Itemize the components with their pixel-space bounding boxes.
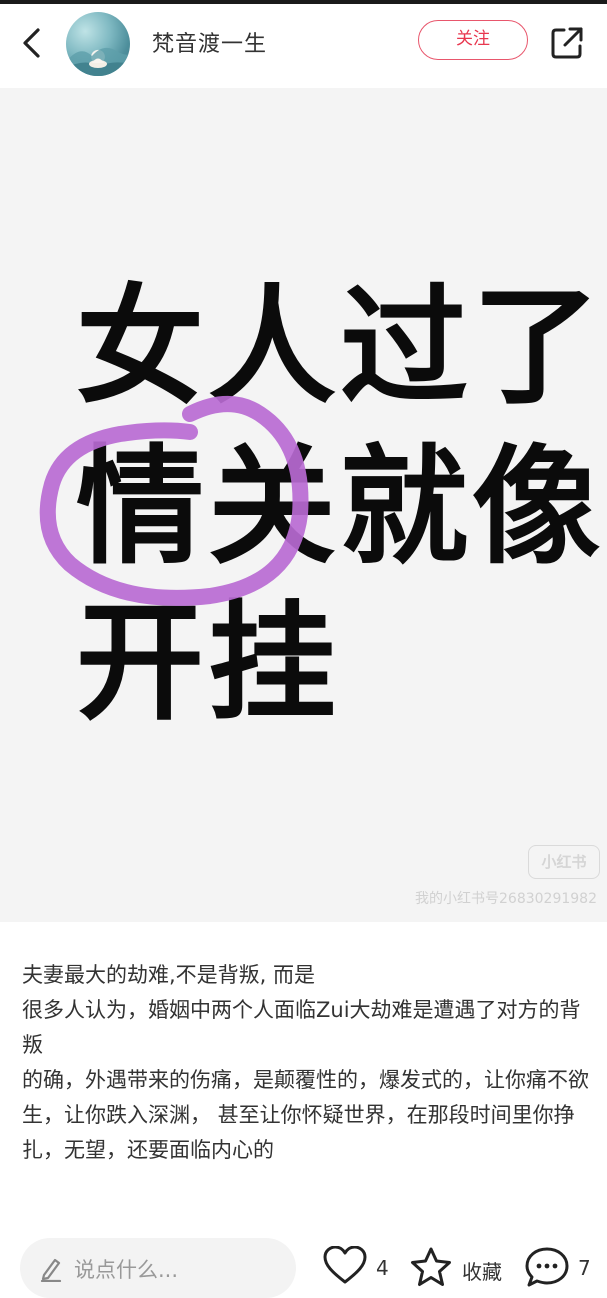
cover-line-3: 开挂 — [76, 589, 341, 738]
like-count: 4 — [376, 1256, 389, 1280]
collect-button[interactable]: 收藏 — [408, 1246, 508, 1286]
share-icon[interactable] — [548, 24, 586, 62]
cover-image[interactable]: 女人过了 情关就像 开挂 小红书 我的小红书号26830291982 — [0, 88, 607, 922]
heart-icon — [323, 1246, 367, 1284]
circle-highlight-mark — [39, 396, 309, 606]
star-icon — [411, 1247, 451, 1286]
header: 梵音渡一生 关注 — [0, 4, 607, 88]
collect-label: 收藏 — [462, 1260, 502, 1284]
watermark-id: 我的小红书号26830291982 — [415, 891, 597, 907]
comment-count: 7 — [578, 1256, 591, 1280]
comment-bubble-icon — [525, 1247, 569, 1287]
bottom-bar: 说点什么... 4 收藏 7 — [0, 1226, 607, 1298]
content-paragraph: 的确，外遇带来的伤痛，是颠覆性的，爆发式的，让你痛不欲生，让你跌入深渊， 甚至让… — [22, 1068, 589, 1162]
avatar[interactable] — [66, 12, 130, 76]
comment-button[interactable]: 7 — [524, 1246, 604, 1287]
follow-button[interactable]: 关注 — [418, 20, 528, 60]
comment-input[interactable]: 说点什么... — [20, 1238, 296, 1298]
watermark-logo: 小红书 — [528, 845, 600, 879]
author-name[interactable]: 梵音渡一生 — [152, 26, 267, 58]
post-content: 夫妻最大的劫难,不是背叛, 而是 很多人认为，婚姻中两个人面临Zui大劫难是遭遇… — [22, 958, 592, 1168]
like-button[interactable]: 4 — [322, 1246, 392, 1286]
pen-icon — [40, 1258, 62, 1282]
content-paragraph: 很多人认为，婚姻中两个人面临Zui大劫难是遭遇了对方的背叛 — [22, 998, 581, 1057]
content-paragraph: 夫妻最大的劫难,不是背叛, 而是 — [22, 963, 316, 987]
back-icon[interactable] — [14, 22, 50, 64]
